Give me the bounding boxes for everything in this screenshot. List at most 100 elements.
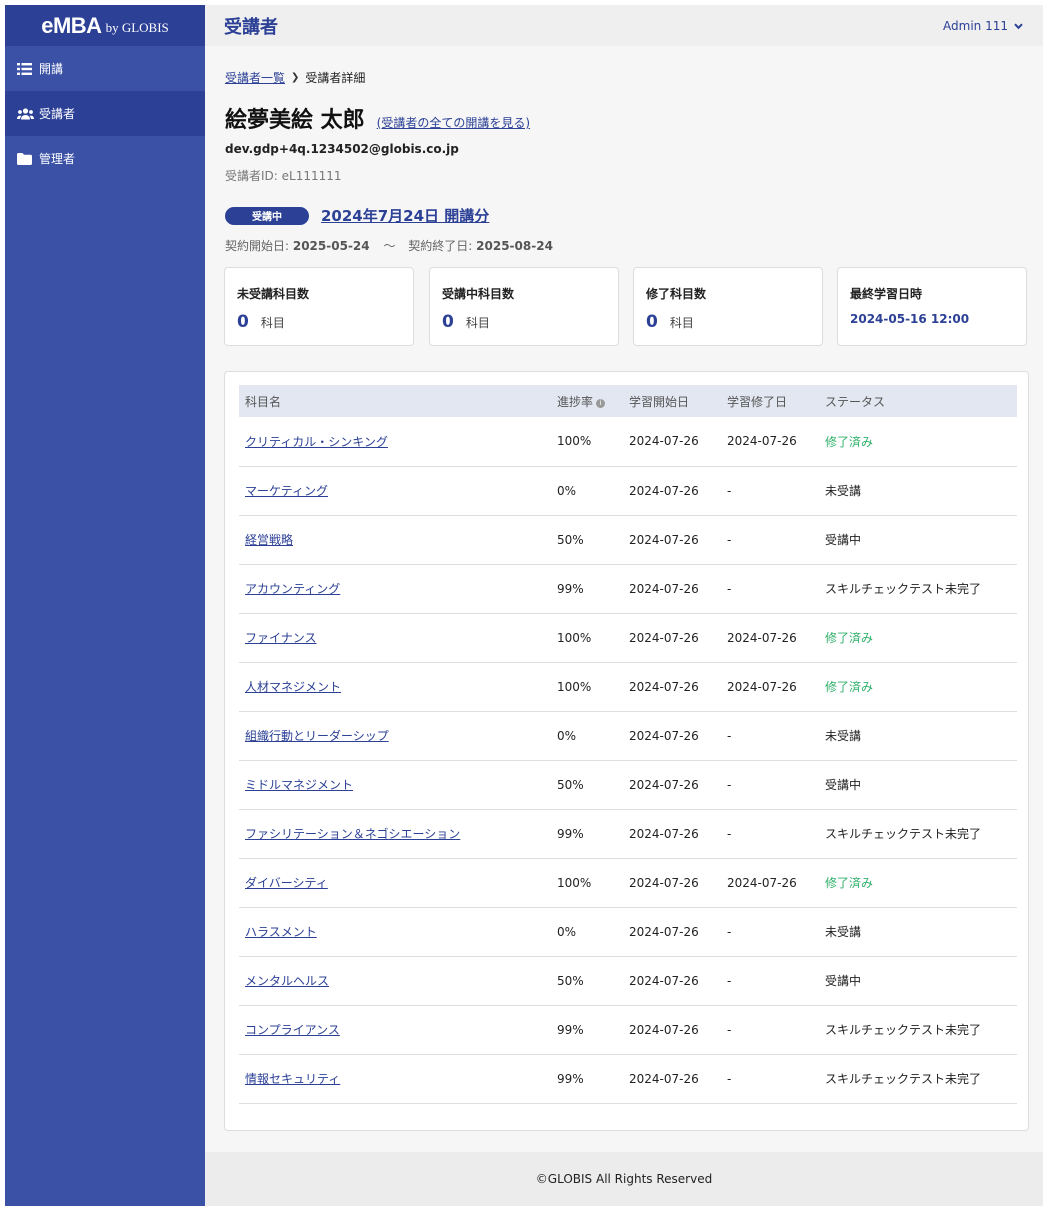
progress-cell: 100% [557,679,592,694]
table-row: ミドルマネジメント 50% 2024-07-26 - 受講中 [239,760,1017,809]
contract-end-date: 2025-08-24 [476,239,553,253]
subject-link[interactable]: ファイナンス [245,631,317,645]
contract-start-date: 2025-05-24 [292,239,370,253]
sidebar-item-courses[interactable]: 開講 [5,46,205,91]
end-date-cell: - [727,581,732,596]
progress-cell: 99% [557,1071,584,1086]
subject-link[interactable]: マーケティング [245,484,328,498]
subject-cell: ファシリテーション＆ネゴシエーション [239,809,557,858]
status-cell: 修了済み [825,680,874,694]
table-row: 組織行動とリーダーシップ 0% 2024-07-26 - 未受講 [239,711,1017,760]
subject-cell: クリティカル・シンキング [239,417,557,466]
end-date-cell: - [727,973,732,988]
status-cell: 修了済み [825,876,874,890]
status-cell: 修了済み [825,631,874,645]
start-date-cell: 2024-07-26 [629,924,699,939]
end-date-cell: 2024-07-26 [727,630,797,645]
subject-link[interactable]: ハラスメント [245,925,317,939]
subject-link[interactable]: ファシリテーション＆ネゴシエーション [245,827,460,841]
start-date-cell: 2024-07-26 [629,777,699,792]
subject-cell: コンプライアンス [239,1005,557,1054]
status-badge: 受講中 [225,206,309,225]
col-header-end: 学習修了日 [727,394,788,409]
status-cell: 未受講 [825,729,862,743]
end-date-cell: - [727,1071,732,1086]
all-courses-link[interactable]: (受講者の全ての開講を見る) [377,114,530,131]
users-icon [17,107,39,120]
subject-cell: 情報セキュリティ [239,1054,557,1103]
progress-cell: 100% [557,875,592,890]
col-header-start: 学習開始日 [629,394,690,409]
table-row: メンタルヘルス 50% 2024-07-26 - 受講中 [239,956,1017,1005]
stat-label: 最終学習日時 [850,287,923,301]
subject-link[interactable]: コンプライアンス [245,1023,340,1037]
subject-link[interactable]: クリティカル・シンキング [245,435,388,449]
start-date-cell: 2024-07-26 [629,728,699,743]
col-header-progress-label: 進捗率 [557,394,594,409]
subject-link[interactable]: 情報セキュリティ [245,1072,340,1086]
progress-cell: 100% [557,630,592,645]
sidebar-item-label: 開講 [39,62,64,76]
stat-unit: 科目 [669,316,694,330]
contract-separator: 〜 [383,239,396,253]
progress-cell: 99% [557,826,584,841]
table-row: ファイナンス 100% 2024-07-26 2024-07-26 修了済み [239,613,1017,662]
learner-email: dev.gdp+4q.1234502@globis.co.jp [225,142,459,156]
end-date-cell: 2024-07-26 [727,434,797,449]
subject-cell: ハラスメント [239,907,557,956]
stat-card-not-started: 未受講科目数 0 科目 [224,267,414,346]
status-cell: スキルチェックテスト未完了 [825,1023,982,1037]
progress-cell: 50% [557,973,584,988]
subject-link[interactable]: メンタルヘルス [245,974,329,988]
progress-cell: 50% [557,777,584,792]
progress-cell: 100% [557,434,592,449]
subject-link[interactable]: アカウンティング [245,582,340,596]
page-title: 受講者 [224,16,278,38]
end-date-cell: - [727,777,732,792]
sidebar-item-admins[interactable]: 管理者 [5,136,205,181]
subject-link[interactable]: 人材マネジメント [245,680,341,694]
course-title-link[interactable]: 2024年7月24日 開講分 [321,205,489,226]
subject-cell: 組織行動とリーダーシップ [239,711,557,760]
subject-cell: 経営戦略 [239,515,557,564]
stat-datetime: 2024-05-16 12:00 [850,312,970,326]
start-date-cell: 2024-07-26 [629,679,699,694]
progress-cell: 0% [557,483,577,498]
breadcrumb-current: 受講者詳細 [305,71,366,85]
stat-value: 0 [237,312,249,332]
status-cell: 未受講 [825,484,862,498]
breadcrumb-learner-list-link[interactable]: 受講者一覧 [225,69,285,86]
stat-label: 未受講科目数 [237,287,310,301]
user-menu[interactable]: Admin 111 [943,19,1023,33]
progress-cell: 0% [557,728,577,743]
table-row: ファシリテーション＆ネゴシエーション 99% 2024-07-26 - スキルチェックテ… [239,809,1017,858]
progress-cell: 0% [557,924,577,939]
status-cell: 受講中 [825,533,862,547]
start-date-cell: 2024-07-26 [629,1071,699,1086]
subject-link[interactable]: 組織行動とリーダーシップ [245,729,389,743]
breadcrumb: 受講者一覧 ❯ 受講者詳細 [225,69,365,86]
subject-link[interactable]: 経営戦略 [245,533,293,547]
subject-link[interactable]: ミドルマネジメント [245,778,353,792]
chevron-down-icon [1014,19,1023,33]
table-row: コンプライアンス 99% 2024-07-26 - スキルチェックテスト未完了 [239,1005,1017,1054]
subject-cell: ダイバーシティ [239,858,557,907]
course-row: 受講中 2024年7月24日 開講分 [225,205,489,226]
start-date-cell: 2024-07-26 [629,581,699,596]
sidebar-item-learners[interactable]: 受講者 [5,91,205,136]
table-header-row: 科目名 進捗率 i 学習開始日 学習修了日 ステータス [239,385,1017,417]
col-header-subject: 科目名 [245,394,282,409]
stat-unit: 科目 [465,316,490,330]
learner-name-row: 絵夢美絵 太郎 (受講者の全ての開講を見る) [225,102,530,134]
start-date-cell: 2024-07-26 [629,875,699,890]
start-date-cell: 2024-07-26 [629,630,699,645]
info-icon[interactable]: i [596,398,606,408]
subject-cell: 人材マネジメント [239,662,557,711]
footer: ©GLOBIS All Rights Reserved [205,1152,1043,1206]
sidebar: eMBA by GLOBIS 開講 受講者 管理者 [5,5,205,1206]
start-date-cell: 2024-07-26 [629,532,699,547]
brand-logo[interactable]: eMBA by GLOBIS [5,5,205,46]
subject-cell: ミドルマネジメント [239,760,557,809]
subject-link[interactable]: ダイバーシティ [245,876,328,890]
status-cell: スキルチェックテスト未完了 [825,582,982,596]
